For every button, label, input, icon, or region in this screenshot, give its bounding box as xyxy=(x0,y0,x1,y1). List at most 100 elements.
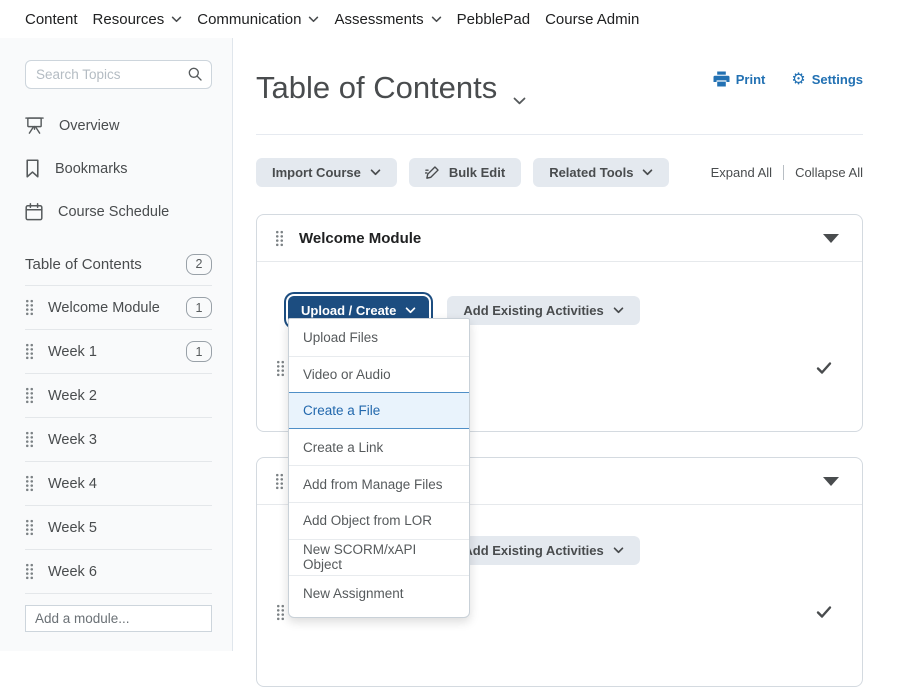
printer-icon xyxy=(713,71,730,87)
sidebar-module-list: Welcome Module 1 Week 1 1 Week 2 Week 3 … xyxy=(25,285,212,594)
chevron-down-icon xyxy=(309,16,319,22)
sidebar-item-week-1[interactable]: Week 1 1 xyxy=(25,329,212,373)
menu-item-create-a-link[interactable]: Create a Link xyxy=(289,429,469,466)
drag-handle-icon[interactable] xyxy=(25,563,34,580)
module-title: Welcome Module xyxy=(299,229,422,247)
drag-handle-icon[interactable] xyxy=(275,472,284,490)
nav-item-course-admin[interactable]: Course Admin xyxy=(545,11,639,28)
topic-count-badge: 1 xyxy=(186,297,212,318)
print-label: Print xyxy=(735,71,766,87)
sidebar-item-week-3[interactable]: Week 3 xyxy=(25,417,212,461)
module-label: Week 5 xyxy=(48,519,97,536)
drag-handle-icon[interactable] xyxy=(275,229,284,247)
sidebar-item-overview[interactable]: Overview xyxy=(25,104,212,147)
title-divider xyxy=(256,134,863,135)
sidebar-item-welcome-module[interactable]: Welcome Module 1 xyxy=(25,285,212,329)
module-label: Welcome Module xyxy=(48,299,160,316)
sidebar-item-table-of-contents[interactable]: Table of Contents 2 xyxy=(25,252,212,276)
sidebar-item-bookmarks[interactable]: Bookmarks xyxy=(25,147,212,190)
bulk-edit-label: Bulk Edit xyxy=(448,165,506,180)
search-input[interactable] xyxy=(25,60,212,89)
add-existing-activities-button[interactable]: Add Existing Activities xyxy=(447,536,640,565)
drag-handle-icon[interactable] xyxy=(25,519,34,536)
module-label: Week 4 xyxy=(48,475,97,492)
sidebar-item-week-2[interactable]: Week 2 xyxy=(25,373,212,417)
divider xyxy=(783,165,785,180)
module-label: Week 3 xyxy=(48,431,97,448)
sidebar-item-week-5[interactable]: Week 5 xyxy=(25,505,212,549)
nav-item-communication[interactable]: Communication xyxy=(197,11,319,28)
title-row: Table of Contents Print ⚙ Settings xyxy=(256,62,863,114)
sidebar-item-week-6[interactable]: Week 6 xyxy=(25,549,212,593)
nav-item-content[interactable]: Content xyxy=(25,11,78,28)
upload-create-label: Upload / Create xyxy=(301,303,397,318)
bulk-edit-button[interactable]: Bulk Edit xyxy=(408,158,522,187)
collapse-all-link[interactable]: Collapse All xyxy=(795,165,863,180)
pencil-icon xyxy=(424,166,439,179)
chevron-down-icon xyxy=(613,547,624,554)
drag-handle-icon[interactable] xyxy=(25,475,34,492)
chevron-down-icon xyxy=(172,16,182,22)
nav-item-pebblepad[interactable]: PebblePad xyxy=(457,11,530,28)
sidebar-item-week-4[interactable]: Week 4 xyxy=(25,461,212,505)
toolbar: Import Course Bulk Edit Related Tools Ex… xyxy=(256,158,863,187)
chevron-down-icon xyxy=(406,307,416,314)
settings-label: Settings xyxy=(811,71,863,87)
import-course-label: Import Course xyxy=(272,165,361,180)
menu-item-video-or-audio[interactable]: Video or Audio xyxy=(289,355,469,393)
sidebar: Overview Bookmarks Course Schedule Table… xyxy=(0,38,233,651)
page-title-text: Table of Contents xyxy=(256,70,498,105)
import-course-button[interactable]: Import Course xyxy=(256,158,397,187)
menu-item-add-from-manage-files[interactable]: Add from Manage Files xyxy=(289,465,469,502)
add-module-container xyxy=(25,605,212,632)
title-actions-chevron-icon[interactable] xyxy=(513,76,526,114)
drag-handle-icon[interactable] xyxy=(276,360,285,377)
drag-handle-icon[interactable] xyxy=(25,343,34,360)
nav-item-label: Resources xyxy=(92,10,165,28)
sidebar-item-label: Overview xyxy=(59,117,120,134)
top-nav: Content Resources Communication Assessme… xyxy=(0,0,920,38)
nav-item-label: Communication xyxy=(197,10,302,28)
nav-item-resources[interactable]: Resources xyxy=(93,11,183,28)
menu-item-new-scorm-xapi-object[interactable]: New SCORM/xAPI Object xyxy=(289,538,469,576)
module-label: Week 2 xyxy=(48,387,97,404)
drag-handle-icon[interactable] xyxy=(25,299,34,316)
sidebar-item-label: Course Schedule xyxy=(58,203,170,220)
expand-all-link[interactable]: Expand All xyxy=(711,165,772,180)
sidebar-item-label: Bookmarks xyxy=(55,160,128,177)
nav-item-label: PebblePad xyxy=(456,10,531,28)
menu-item-new-assignment[interactable]: New Assignment xyxy=(289,575,469,612)
completed-checkmark-icon xyxy=(816,605,832,624)
module-label: Week 6 xyxy=(48,563,97,580)
toc-label: Table of Contents xyxy=(25,255,142,273)
nav-item-assessments[interactable]: Assessments xyxy=(334,11,441,28)
chevron-down-icon xyxy=(370,169,381,176)
nav-item-label: Assessments xyxy=(334,10,424,28)
print-button[interactable]: Print xyxy=(713,71,766,87)
add-existing-activities-button[interactable]: Add Existing Activities xyxy=(447,296,640,325)
drag-handle-icon[interactable] xyxy=(25,387,34,404)
menu-item-create-a-file[interactable]: Create a File xyxy=(289,392,469,429)
search-icon[interactable] xyxy=(187,66,203,87)
expand-collapse-links: Expand All Collapse All xyxy=(711,165,863,180)
collapse-module-icon[interactable] xyxy=(823,476,839,486)
collapse-module-icon[interactable] xyxy=(823,233,839,243)
calendar-icon xyxy=(25,202,43,220)
completed-checkmark-icon xyxy=(816,361,832,380)
chevron-down-icon xyxy=(643,169,653,176)
add-module-input[interactable] xyxy=(25,605,212,632)
sidebar-item-course-schedule[interactable]: Course Schedule xyxy=(25,190,212,233)
nav-item-label: Content xyxy=(25,10,78,28)
drag-handle-icon[interactable] xyxy=(25,431,34,448)
upload-create-dropdown-menu: Upload Files Video or Audio Create a Fil… xyxy=(288,318,470,618)
topic-count-badge: 1 xyxy=(186,341,212,362)
drag-handle-icon[interactable] xyxy=(276,604,285,621)
bookmark-icon xyxy=(26,159,39,178)
settings-button[interactable]: ⚙ Settings xyxy=(791,71,863,87)
module-label: Week 1 xyxy=(48,343,97,360)
related-tools-button[interactable]: Related Tools xyxy=(533,158,670,187)
menu-item-upload-files[interactable]: Upload Files xyxy=(289,319,469,356)
header-actions: Print ⚙ Settings xyxy=(713,71,863,87)
menu-item-add-object-from-lor[interactable]: Add Object from LOR xyxy=(289,501,469,539)
chevron-down-icon xyxy=(613,307,624,314)
